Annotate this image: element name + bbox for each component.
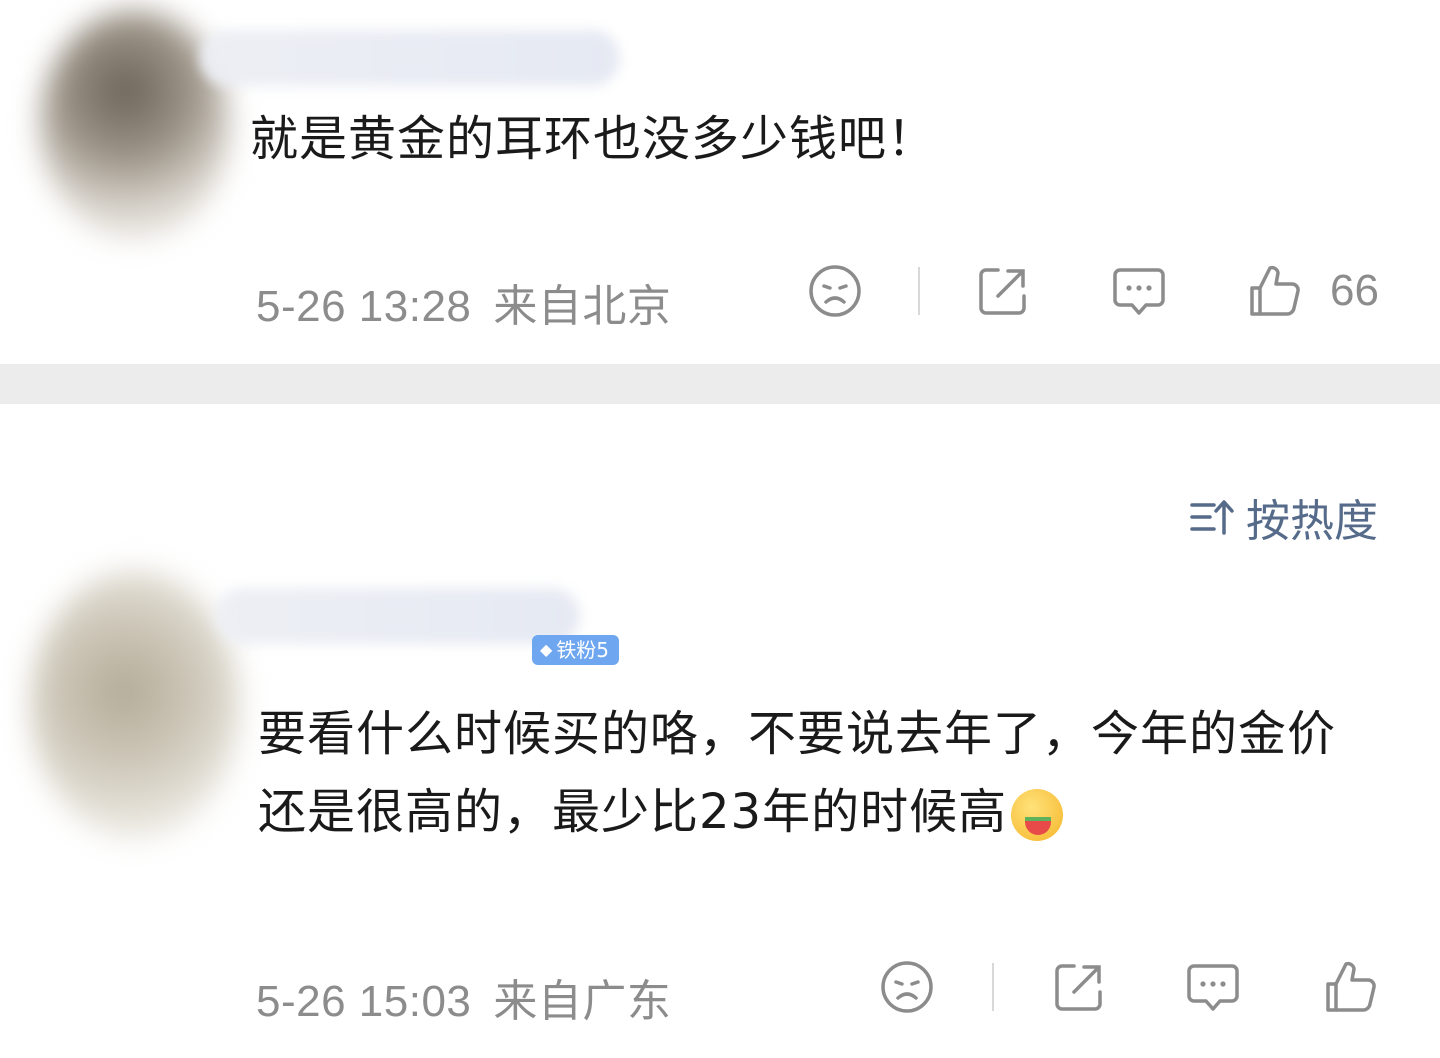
divider bbox=[992, 963, 994, 1011]
avatar[interactable] bbox=[30, 570, 240, 840]
fan-badge[interactable]: ◆ 铁粉5 bbox=[532, 635, 620, 665]
thumbs-up-icon[interactable] bbox=[1246, 262, 1304, 320]
comment-time: 5-26 13:28 bbox=[256, 282, 472, 331]
share-icon[interactable] bbox=[974, 262, 1032, 320]
comment-text: 就是黄金的耳环也没多少钱吧！ bbox=[250, 111, 937, 167]
comment-actions bbox=[878, 958, 1380, 1016]
sad-face-icon[interactable] bbox=[806, 262, 864, 320]
section-divider bbox=[0, 364, 1440, 404]
eating-watermelon-emoji-icon bbox=[1011, 789, 1064, 841]
avatar[interactable] bbox=[40, 10, 230, 240]
comment-icon[interactable] bbox=[1110, 262, 1168, 320]
diamond-icon: ◆ bbox=[540, 640, 553, 659]
comment-icon[interactable] bbox=[1184, 958, 1242, 1016]
username-obscured[interactable] bbox=[215, 588, 580, 644]
sad-face-icon[interactable] bbox=[878, 958, 936, 1016]
username-obscured[interactable] bbox=[200, 30, 620, 86]
comment-actions: 66 bbox=[806, 262, 1379, 320]
thumbs-up-icon[interactable] bbox=[1322, 958, 1380, 1016]
share-icon[interactable] bbox=[1050, 958, 1108, 1016]
comment-text-body: 要看什么时候买的咯，不要说去年了，今年的金价还是很高的，最少比23年的时候高 bbox=[258, 706, 1337, 840]
comment-location: 来自北京 bbox=[493, 282, 672, 331]
like-count: 66 bbox=[1330, 266, 1379, 315]
sort-label: 按热度 bbox=[1246, 496, 1378, 547]
sort-toggle[interactable]: 按热度 bbox=[1188, 485, 1378, 549]
comment-time: 5-26 15:03 bbox=[256, 977, 472, 1026]
comment-item: ◆ 铁粉5 要看什么时候买的咯，不要说去年了，今年的金价还是很高的，最少比23年… bbox=[0, 560, 1440, 1058]
sort-up-icon bbox=[1190, 500, 1234, 535]
comment-location: 来自广东 bbox=[493, 977, 672, 1026]
comment-item: 就是黄金的耳环也没多少钱吧！ 5-26 13:28 来自北京 66 bbox=[0, 0, 1440, 364]
divider bbox=[918, 267, 920, 315]
comment-meta: 5-26 13:28 来自北京 bbox=[256, 270, 671, 334]
fan-badge-label: 铁粉5 bbox=[556, 638, 610, 662]
comment-text: 要看什么时候买的咯，不要说去年了，今年的金价还是很高的，最少比23年的时候高 bbox=[258, 695, 1368, 851]
comment-meta: 5-26 15:03 来自广东 bbox=[256, 965, 671, 1029]
